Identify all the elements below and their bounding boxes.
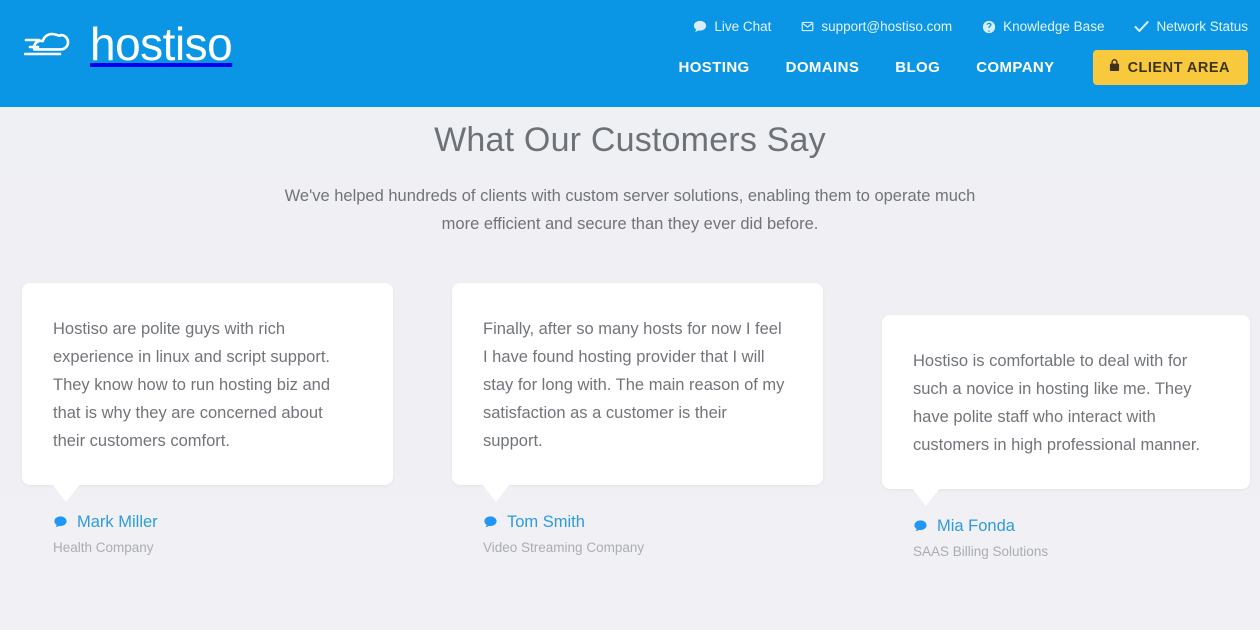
testimonial-author-name: Mia Fonda (937, 517, 1015, 535)
testimonial-author-role: Health Company (53, 540, 154, 555)
site-logo[interactable]: hostiso (24, 18, 233, 70)
client-area-label: CLIENT AREA (1127, 59, 1230, 76)
testimonial-bubble: Hostiso are polite guys with rich experi… (22, 283, 393, 502)
toplink-knowledge-base[interactable]: Knowledge Base (982, 19, 1104, 34)
toplink-support-email[interactable]: support@hostiso.com (801, 19, 952, 34)
check-icon (1134, 20, 1150, 33)
question-circle-icon (982, 20, 996, 34)
testimonial-bubble: Hostiso is comfortable to deal with for … (882, 315, 1250, 506)
toplink-label: Network Status (1156, 19, 1248, 34)
testimonial-author: Mia Fonda SAAS Billing Solutions (882, 517, 1250, 559)
site-header: hostiso Live Chat support@hostiso.com Kn… (0, 0, 1260, 107)
chat-bubble-icon (53, 515, 68, 530)
envelope-icon (801, 20, 814, 33)
testimonial-author-link[interactable]: Tom Smith (483, 513, 823, 532)
nav-item-blog[interactable]: BLOG (895, 59, 940, 76)
cloud-speed-icon (24, 22, 82, 66)
utility-links: Live Chat support@hostiso.com Knowledge … (693, 19, 1248, 34)
page-subtitle: We've helped hundreds of clients with cu… (284, 187, 976, 233)
logo-text: hostiso (90, 18, 233, 70)
testimonials-list: Hostiso are polite guys with rich experi… (0, 283, 1260, 613)
toplink-label: Live Chat (714, 19, 772, 34)
testimonial-author-role: Video Streaming Company (483, 540, 645, 555)
testimonial-author-name: Tom Smith (507, 513, 585, 531)
testimonial-quote: Hostiso is comfortable to deal with for … (913, 352, 1201, 454)
testimonial-card: Finally, after so many hosts for now I f… (452, 283, 823, 555)
testimonial-author: Mark Miller Health Company (22, 513, 393, 555)
toplink-label: support@hostiso.com (821, 19, 953, 34)
testimonial-quote: Finally, after so many hosts for now I f… (483, 320, 785, 450)
toplink-label: Knowledge Base (1003, 19, 1105, 34)
nav-item-company[interactable]: COMPANY (976, 59, 1054, 76)
testimonial-card: Hostiso is comfortable to deal with for … (882, 315, 1250, 559)
chat-bubble-icon (693, 20, 707, 34)
testimonial-quote: Hostiso are polite guys with rich experi… (53, 320, 330, 450)
nav-item-hosting[interactable]: HOSTING (678, 59, 749, 76)
chat-bubble-icon (913, 519, 928, 534)
main-navigation: HOSTING DOMAINS BLOG COMPANY CLIENT AREA (678, 50, 1248, 85)
toplink-network-status[interactable]: Network Status (1134, 19, 1248, 34)
lock-icon (1109, 59, 1120, 76)
nav-item-domains[interactable]: DOMAINS (786, 59, 860, 76)
testimonial-bubble: Finally, after so many hosts for now I f… (452, 283, 823, 502)
testimonial-author-role: SAAS Billing Solutions (913, 544, 1049, 559)
chat-bubble-icon (483, 515, 498, 530)
page-title: What Our Customers Say (434, 121, 826, 159)
client-area-button[interactable]: CLIENT AREA (1092, 50, 1248, 85)
testimonial-author-name: Mark Miller (77, 513, 158, 531)
testimonial-author-link[interactable]: Mia Fonda (913, 517, 1250, 536)
toplink-live-chat[interactable]: Live Chat (693, 19, 771, 34)
testimonial-card: Hostiso are polite guys with rich experi… (22, 283, 393, 555)
testimonial-author: Tom Smith Video Streaming Company (452, 513, 823, 555)
testimonial-author-link[interactable]: Mark Miller (53, 513, 393, 532)
